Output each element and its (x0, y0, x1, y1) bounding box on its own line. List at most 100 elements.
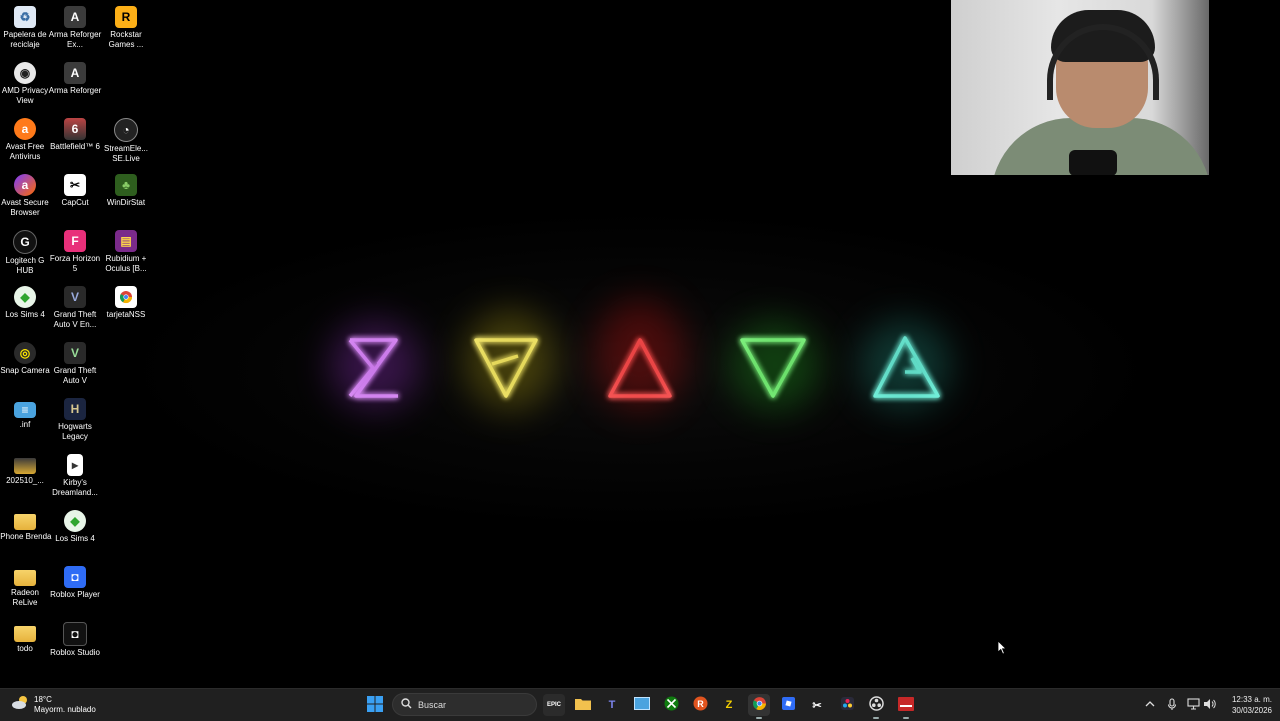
desktop-icon-kirbys-dreamland[interactable]: ▸ Kirby's Dreamland... (50, 450, 100, 506)
hogwarts-icon: H (64, 398, 86, 420)
weather-temp: 18°C (34, 695, 52, 704)
taskbar-recording-app[interactable] (895, 694, 917, 719)
desktop-icon-roblox-player[interactable]: ◘ Roblox Player (50, 562, 100, 618)
gta-icon: V (64, 286, 86, 308)
teams-icon: T (608, 699, 616, 711)
plumbob-icon: ◆ (14, 286, 36, 308)
desktop-icon-gta-v[interactable]: V Grand Theft Auto V (50, 338, 100, 394)
desktop-icon-rockstar-games[interactable]: R Rockstar Games ... (101, 2, 151, 58)
desktop: ♻ Papelera de reciclaje ◉ AMD Privacy Vi… (0, 0, 1280, 688)
desktop-icon-snap-camera[interactable]: ◎ Snap Camera (0, 338, 50, 394)
streamelements-icon: ◔ (114, 118, 138, 142)
taskbar-z-app[interactable]: Z (718, 694, 740, 716)
battlefield-icon: 6 (64, 118, 86, 140)
desktop-icon-avast-free-antivirus[interactable]: a Avast Free Antivirus (0, 114, 50, 170)
microphone-icon (1069, 150, 1117, 175)
mouse-cursor-icon (997, 640, 1007, 660)
chrome-icon (115, 286, 137, 308)
desktop-icon-recycle-bin[interactable]: ♻ Papelera de reciclaje (0, 2, 50, 58)
taskbar-obs[interactable] (865, 694, 887, 719)
webcam-overlay (951, 0, 1219, 175)
taskbar-chrome[interactable] (748, 694, 770, 719)
obs-icon (868, 696, 884, 714)
forza-icon: F (64, 230, 86, 252)
taskbar-capcut[interactable]: ✂ (806, 694, 828, 716)
desktop-icon-iphone-brenda[interactable]: iPhone Brenda (0, 506, 51, 562)
folder-icon (14, 514, 36, 530)
desktop-icon-todo[interactable]: todo (0, 618, 50, 674)
taskbar-control-panel[interactable] (631, 694, 653, 716)
network-icon[interactable] (1186, 697, 1200, 711)
capcut-icon: ✂ (812, 699, 822, 712)
windows-icon (367, 695, 383, 715)
desktop-icon-arma-reforger[interactable]: A Arma Reforger (49, 58, 101, 114)
z-icon: Z (725, 699, 733, 711)
camera-icon: ◎ (14, 342, 36, 364)
taskbar-search-box[interactable]: Buscar (392, 693, 537, 716)
taskbar-epic-games[interactable]: EPIC (543, 694, 565, 716)
desktop-icon-tarjetanss[interactable]: tarjetaNSS (101, 282, 151, 338)
taskbar-file-explorer[interactable] (572, 694, 594, 716)
taskbar-davinci[interactable] (836, 694, 858, 716)
roblox-studio-icon: ◘ (63, 622, 87, 646)
folder-icon (575, 697, 591, 713)
desktop-icon-inf-file[interactable]: ≡ .inf (0, 394, 50, 450)
desktop-icon-windirstat[interactable]: ♣ WinDirStat (101, 170, 151, 226)
desktop-icon-logitech-g-hub[interactable]: G Logitech G HUB (0, 226, 50, 282)
volume-icon[interactable] (1202, 697, 1216, 711)
svg-text:R: R (697, 699, 704, 709)
desktop-icon-hogwarts-legacy[interactable]: H Hogwarts Legacy (50, 394, 100, 450)
xbox-icon (664, 696, 679, 714)
cloud-sun-icon (10, 695, 30, 716)
davinci-icon (840, 696, 855, 714)
desktop-icon-amd-privacy-view[interactable]: ◉ AMD Privacy View (0, 58, 50, 114)
chrome-icon (752, 696, 767, 714)
desktop-icon-capcut[interactable]: ✂ CapCut (50, 170, 100, 226)
desktop-icon-arma-reforger-ex[interactable]: A Arma Reforger Ex... (49, 2, 101, 58)
file-icon: ≡ (14, 402, 36, 418)
epic-games-icon: EPIC (546, 702, 561, 708)
taskbar-clock[interactable]: 12:33 a. m. 30/03/2026 (1220, 694, 1272, 716)
taskbar-teams[interactable]: T (601, 694, 623, 716)
start-button[interactable] (364, 694, 386, 716)
archive-icon: ▤ (115, 230, 137, 252)
taskbar-xbox[interactable] (660, 694, 682, 716)
desktop-icon-roblox-studio[interactable]: ◘ Roblox Studio (50, 618, 100, 674)
weather-condition: Mayorm. nublado (34, 705, 96, 714)
logitech-icon: G (13, 230, 37, 254)
chevron-up-icon[interactable] (1143, 697, 1157, 711)
desktop-icon-rubidium-oculus[interactable]: ▤ Rubidium + Oculus [B... (101, 226, 151, 282)
desktop-icon-los-sims-4[interactable]: ◆ Los Sims 4 (0, 282, 50, 338)
roblox-icon (781, 696, 796, 714)
record-icon (898, 696, 914, 714)
folder-icon (14, 570, 36, 586)
window-icon (634, 697, 650, 713)
desktop-icon-avast-secure-browser[interactable]: a Avast Secure Browser (0, 170, 50, 226)
desktop-icon-forza-horizon-5[interactable]: F Forza Horizon 5 (50, 226, 100, 282)
desktop-icon-los-sims-4-2[interactable]: ◆ Los Sims 4 (50, 506, 100, 562)
weather-widget[interactable]: 18°C Mayorm. nublado (10, 693, 96, 717)
clock-time: 12:33 a. m. (1231, 695, 1272, 704)
roblox-icon: ◘ (64, 566, 86, 588)
capcut-icon: ✂ (64, 174, 86, 196)
eye-icon: ◉ (14, 62, 36, 84)
tree-icon: ♣ (115, 174, 137, 196)
desktop-icon-radeon-relive[interactable]: Radeon ReLive (0, 562, 50, 618)
rockstar-icon: R (115, 6, 137, 28)
desktop-icon-battlefield-6[interactable]: 6 Battlefield™ 6 (50, 114, 100, 170)
folder-icon (14, 458, 36, 474)
clock-date: 30/03/2026 (1231, 706, 1272, 715)
avast-browser-icon: a (14, 174, 36, 196)
taskbar-roblox[interactable] (777, 694, 799, 716)
wallpaper-neon-signs (260, 260, 1020, 480)
desktop-icon-folder-202510[interactable]: 202510_... (0, 450, 50, 506)
rockstar-icon: R (693, 696, 708, 714)
plumbob-icon: ◆ (64, 510, 86, 532)
taskbar-rockstar[interactable]: R (689, 694, 711, 716)
gta-icon: V (64, 342, 86, 364)
desktop-icon-streamelements[interactable]: ◔ StreamEle... SE.Live (101, 114, 151, 170)
search-placeholder: Buscar (418, 699, 447, 710)
desktop-icon-gta-v-enhanced[interactable]: V Grand Theft Auto V En... (50, 282, 100, 338)
microphone-tray-icon[interactable] (1165, 697, 1179, 711)
avast-icon: a (14, 118, 36, 140)
